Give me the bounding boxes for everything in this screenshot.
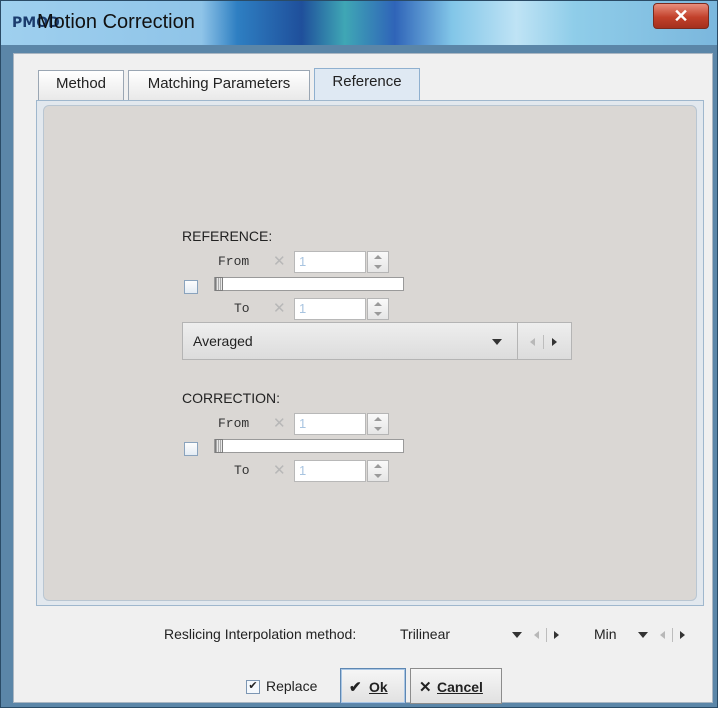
- spin-up-icon[interactable]: [374, 302, 382, 306]
- tab-matching-parameters[interactable]: Matching Parameters: [128, 70, 310, 100]
- correction-to-spinner[interactable]: [367, 460, 389, 482]
- title-bar[interactable]: PMOD Motion Correction ✕: [1, 1, 717, 45]
- reference-mode-value: Averaged: [193, 333, 253, 349]
- previous-icon[interactable]: [660, 631, 665, 639]
- spin-down-icon[interactable]: [374, 265, 382, 269]
- tab-method[interactable]: Method: [38, 70, 124, 100]
- separator: [546, 628, 547, 642]
- correction-range-checkbox[interactable]: [184, 442, 198, 456]
- clear-icon[interactable]: ✕: [273, 414, 286, 432]
- correction-range-slider[interactable]: [214, 439, 404, 453]
- correction-slider-thumb[interactable]: [215, 439, 223, 453]
- correction-from-spinner[interactable]: [367, 413, 389, 435]
- spin-up-icon[interactable]: [374, 417, 382, 421]
- reference-from-spinner[interactable]: [367, 251, 389, 273]
- spin-down-icon[interactable]: [374, 427, 382, 431]
- correction-to-label: To: [234, 463, 250, 478]
- projection-value[interactable]: Min: [594, 626, 617, 642]
- close-button[interactable]: ✕: [653, 3, 709, 29]
- reference-mode-nav: [518, 322, 572, 360]
- dialog-body: Method Matching Parameters Reference REF…: [13, 53, 713, 704]
- window-title: Motion Correction: [37, 11, 195, 33]
- next-icon[interactable]: [554, 631, 559, 639]
- reference-from-input[interactable]: 1: [294, 251, 366, 273]
- reference-range-slider[interactable]: [214, 277, 404, 291]
- ok-button[interactable]: ✔ Ok: [340, 668, 406, 704]
- motion-correction-window: PMOD Motion Correction ✕ Method Matching…: [0, 0, 718, 708]
- chevron-down-icon[interactable]: [512, 632, 522, 638]
- tab-reference[interactable]: Reference: [314, 68, 420, 102]
- chevron-down-icon[interactable]: [638, 632, 648, 638]
- separator: [543, 335, 544, 349]
- tab-panel: REFERENCE: From ✕ 1 To ✕ 1 Averaged CORR…: [36, 100, 704, 606]
- reference-heading: REFERENCE:: [182, 228, 273, 244]
- spin-up-icon[interactable]: [374, 255, 382, 259]
- reference-from-label: From: [218, 254, 250, 269]
- checkmark-icon: ✔: [349, 679, 362, 696]
- clear-icon[interactable]: ✕: [273, 461, 286, 479]
- correction-heading: CORRECTION:: [182, 390, 280, 406]
- reference-to-input[interactable]: 1: [294, 298, 366, 320]
- close-icon: ✕: [673, 6, 689, 26]
- spin-down-icon[interactable]: [374, 312, 382, 316]
- close-icon: ✕: [419, 679, 432, 696]
- chevron-down-icon[interactable]: [492, 339, 502, 345]
- reslicing-interpolation-value[interactable]: Trilinear: [400, 626, 450, 642]
- cancel-button-label: Cancel: [437, 679, 483, 695]
- next-icon[interactable]: [680, 631, 685, 639]
- spin-up-icon[interactable]: [374, 464, 382, 468]
- correction-from-label: From: [218, 416, 250, 431]
- next-icon[interactable]: [552, 338, 557, 346]
- clear-icon[interactable]: ✕: [273, 299, 286, 317]
- reference-to-label: To: [234, 301, 250, 316]
- correction-from-input[interactable]: 1: [294, 413, 366, 435]
- spin-down-icon[interactable]: [374, 474, 382, 478]
- reference-slider-thumb[interactable]: [215, 277, 223, 291]
- replace-checkbox[interactable]: ✔: [246, 680, 260, 694]
- ok-button-label: Ok: [369, 679, 388, 695]
- checkmark-icon: ✔: [248, 680, 258, 692]
- previous-icon[interactable]: [530, 338, 535, 346]
- reference-to-spinner[interactable]: [367, 298, 389, 320]
- clear-icon[interactable]: ✕: [273, 252, 286, 270]
- reference-range-checkbox[interactable]: [184, 280, 198, 294]
- cancel-button[interactable]: ✕ Cancel: [410, 668, 502, 704]
- replace-label[interactable]: Replace: [266, 678, 317, 694]
- separator: [672, 628, 673, 642]
- reslicing-interpolation-label: Reslicing Interpolation method:: [164, 626, 357, 642]
- correction-to-input[interactable]: 1: [294, 460, 366, 482]
- previous-icon[interactable]: [534, 631, 539, 639]
- reference-panel: REFERENCE: From ✕ 1 To ✕ 1 Averaged CORR…: [43, 105, 697, 601]
- reference-mode-dropdown[interactable]: Averaged: [182, 322, 518, 360]
